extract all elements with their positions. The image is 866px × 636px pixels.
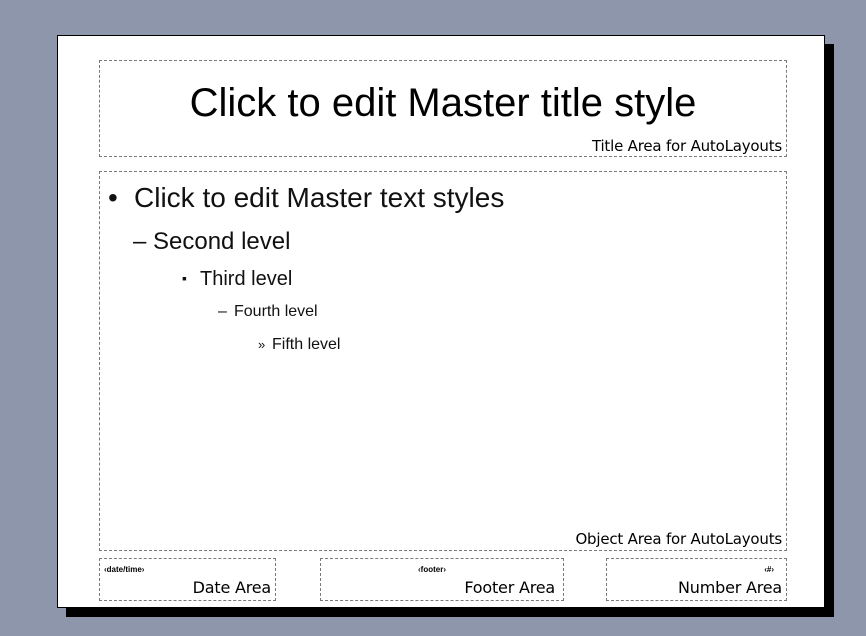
number-area-caption: Number Area: [678, 578, 782, 597]
bullet-marker-5: »: [258, 337, 266, 352]
bullet-level-1-text[interactable]: Click to edit Master text styles: [134, 182, 504, 213]
object-area-caption: Object Area for AutoLayouts: [575, 530, 782, 548]
bullet-level-1[interactable]: • Click to edit Master text styles: [108, 182, 504, 214]
bullet-marker-1: •: [108, 182, 118, 213]
bullet-level-4[interactable]: – Fourth level: [218, 303, 318, 321]
title-placeholder[interactable]: Click to edit Master title style Title A…: [99, 60, 787, 157]
bullet-marker-4: –: [218, 303, 227, 320]
object-placeholder[interactable]: • Click to edit Master text styles – Secon…: [99, 171, 787, 551]
bullet-level-2-text[interactable]: Second level: [153, 228, 290, 255]
bullet-level-4-text[interactable]: Fourth level: [234, 303, 318, 320]
date-area-caption: Date Area: [192, 578, 272, 597]
date-time-token: ‹date/time›: [104, 565, 145, 574]
bullet-marker-3: ▪: [182, 270, 187, 286]
bullet-level-5-text[interactable]: Fifth level: [272, 336, 340, 353]
bullet-level-2[interactable]: – Second level: [133, 228, 290, 256]
footer-placeholder[interactable]: ‹footer› Footer Area: [320, 558, 564, 601]
footer-token: ‹footer›: [418, 565, 446, 574]
bullet-level-3[interactable]: ▪ Third level: [182, 268, 292, 291]
date-placeholder[interactable]: ‹date/time› Date Area: [99, 558, 276, 601]
master-title-text[interactable]: Click to edit Master title style: [100, 81, 786, 126]
footer-area-caption: Footer Area: [464, 578, 555, 597]
slide-master[interactable]: Click to edit Master title style Title A…: [57, 35, 825, 608]
slide-number-token: ‹#›: [764, 565, 774, 574]
number-placeholder[interactable]: ‹#› Number Area: [606, 558, 787, 601]
bullet-level-5[interactable]: » Fifth level: [258, 336, 340, 354]
bullet-level-3-text[interactable]: Third level: [200, 268, 292, 290]
title-area-caption: Title Area for AutoLayouts: [591, 137, 782, 155]
bullet-marker-2: –: [133, 228, 147, 255]
